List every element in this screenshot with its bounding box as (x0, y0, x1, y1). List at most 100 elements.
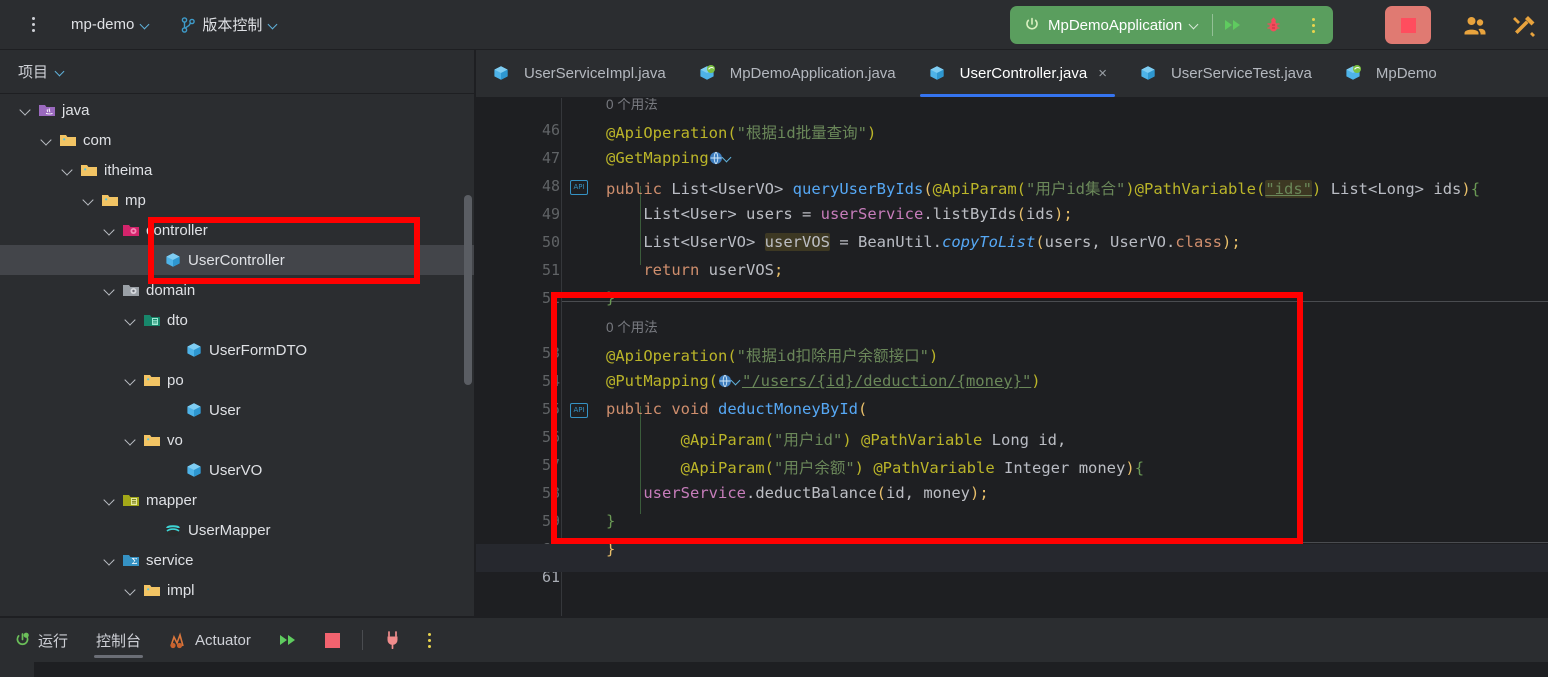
tree-item-dto[interactable]: dto (0, 305, 474, 335)
editor-tab-label: UserServiceTest.java (1170, 64, 1312, 82)
disconnect-button[interactable] (371, 618, 414, 662)
tree-item-mp[interactable]: mp (0, 185, 474, 215)
java-class-icon (185, 461, 209, 479)
chevron-down-icon[interactable] (60, 162, 76, 178)
chevron-down-icon[interactable] (123, 582, 139, 598)
tree-item-controller[interactable]: controller (0, 215, 474, 245)
tree-item-label: impl (167, 581, 195, 599)
globe-icon[interactable] (718, 374, 732, 388)
tree-item-impl[interactable]: impl (0, 575, 474, 605)
chevron-down-icon[interactable] (81, 192, 97, 208)
code-line-54: @PutMapping("/users/{id}/deduction/{mone… (606, 372, 1041, 390)
tree-item-label: UserController (188, 251, 285, 269)
project-tree[interactable]: java com itheima mp controller UserController… (0, 95, 474, 616)
tree-item-label: com (83, 131, 112, 149)
chevron-down-icon[interactable] (123, 432, 139, 448)
power-icon (16, 632, 29, 645)
chevron-down-icon[interactable] (102, 222, 118, 238)
rerun-button[interactable] (265, 618, 311, 662)
tree-item-po[interactable]: po (0, 365, 474, 395)
editor-tab-label: MpDemo (1375, 64, 1437, 82)
package-folder-icon (59, 131, 83, 149)
usages-hint-top[interactable]: 0 个用法 (606, 98, 658, 113)
code-line-51: return userVOS; (643, 261, 784, 279)
editor-tab-mpdemo[interactable]: MpDemo (1328, 50, 1453, 97)
chevron-down-icon[interactable] (732, 376, 742, 386)
rerun-button[interactable] (1213, 6, 1253, 44)
chevron-down-icon[interactable] (18, 102, 34, 118)
editor-tab-mpdemoapplication-java[interactable]: MpDemoApplication.java (682, 50, 912, 97)
editor-tab-userservicetest-java[interactable]: UserServiceTest.java (1123, 50, 1328, 97)
vcs-widget[interactable]: 版本控制 (172, 10, 288, 40)
tree-item-java[interactable]: java (0, 95, 474, 125)
users-icon[interactable] (1462, 13, 1488, 39)
chevron-down-icon[interactable] (123, 372, 139, 388)
fast-forward-icon (1225, 20, 1241, 30)
tree-item-uservo[interactable]: UserVO (0, 455, 474, 485)
line-number-46: 46 (541, 121, 560, 139)
run-more-button[interactable] (1293, 6, 1333, 44)
tree-scrollbar[interactable] (464, 195, 472, 385)
tree-item-com[interactable]: com (0, 125, 474, 155)
tree-item-domain[interactable]: domain (0, 275, 474, 305)
usages-hint-block[interactable]: 0 个用法 (606, 316, 658, 336)
tree-item-user[interactable]: User (0, 395, 474, 425)
debug-button[interactable] (1253, 6, 1293, 44)
code-line-50: List<UserVO> userVOS = BeanUtil.copyToLi… (643, 233, 1241, 251)
kebab-menu-icon[interactable] (16, 8, 50, 42)
tree-item-userformdto[interactable]: UserFormDTO (0, 335, 474, 365)
tree-item-mapper[interactable]: mapper (0, 485, 474, 515)
run-tool-window: 运行 控制台 Actuator (0, 617, 1548, 677)
code-line-49: List<User> users = userService.listByIds… (643, 205, 1073, 223)
code-line-47: @GetMapping (606, 149, 733, 167)
code-line-48: public List<UserVO> queryUserByIds(@ApiP… (606, 180, 1481, 198)
fast-forward-icon (279, 635, 295, 645)
editor-tab-label: UserServiceImpl.java (524, 64, 666, 82)
project-panel-title: 项目 (18, 64, 49, 81)
console-output[interactable]: 19:46:01 INFO 80156 --- [main] w.s.c.Ser… (0, 662, 1548, 677)
run-configuration-selector[interactable]: MpDemoApplication (1010, 6, 1212, 44)
line-number-59: 59 (541, 512, 560, 530)
project-panel-header[interactable]: 项目 (0, 50, 474, 94)
close-icon[interactable]: × (1098, 65, 1107, 82)
tools-icon[interactable] (1512, 13, 1538, 39)
editor-tab-userserviceimpl-java[interactable]: UserServiceImpl.java (476, 50, 682, 97)
line-number-47: 47 (541, 149, 560, 167)
java-class-icon (1139, 64, 1163, 82)
chevron-down-icon[interactable] (102, 492, 118, 508)
stop-button[interactable] (1385, 6, 1431, 44)
api-gutter-badge[interactable]: API (570, 403, 588, 418)
tree-item-label: mp (125, 191, 146, 209)
run-panel-more-button[interactable] (414, 618, 445, 662)
actuator-tab-label: Actuator (195, 631, 251, 649)
tree-item-service[interactable]: Σservice (0, 545, 474, 575)
project-selector[interactable]: mp-demo (62, 10, 160, 40)
chevron-down-icon[interactable] (102, 552, 118, 568)
chevron-down-icon[interactable] (102, 282, 118, 298)
power-icon (1026, 17, 1038, 30)
code-line-56: @ApiParam("用户id") @PathVariable Long id, (680, 431, 1067, 449)
editor-tab-usercontroller-java[interactable]: UserController.java × (912, 50, 1123, 97)
code-editor[interactable]: 464748API49505152535455API565758596061 0… (476, 98, 1548, 616)
tree-item-itheima[interactable]: itheima (0, 155, 474, 185)
tree-item-usermapper[interactable]: UserMapper (0, 515, 474, 545)
run-tab[interactable]: 运行 (0, 618, 82, 662)
api-gutter-badge[interactable]: API (570, 180, 588, 195)
chevron-down-icon[interactable] (123, 312, 139, 328)
code-line-59: } (606, 512, 616, 530)
globe-icon[interactable] (709, 151, 723, 165)
service-folder-icon: Σ (122, 551, 146, 569)
line-number-52: 52 (541, 289, 560, 307)
package-folder-icon (143, 431, 167, 449)
kebab-menu-icon (427, 632, 431, 648)
actuator-tab[interactable]: Actuator (155, 618, 265, 662)
tree-item-label: java (62, 101, 90, 119)
tree-item-vo[interactable]: vo (0, 425, 474, 455)
tree-item-usercontroller[interactable]: UserController (0, 245, 474, 275)
console-tab[interactable]: 控制台 (82, 618, 155, 662)
stop-button[interactable] (311, 618, 354, 662)
chevron-down-icon[interactable] (723, 153, 733, 163)
chevron-down-icon[interactable] (39, 132, 55, 148)
